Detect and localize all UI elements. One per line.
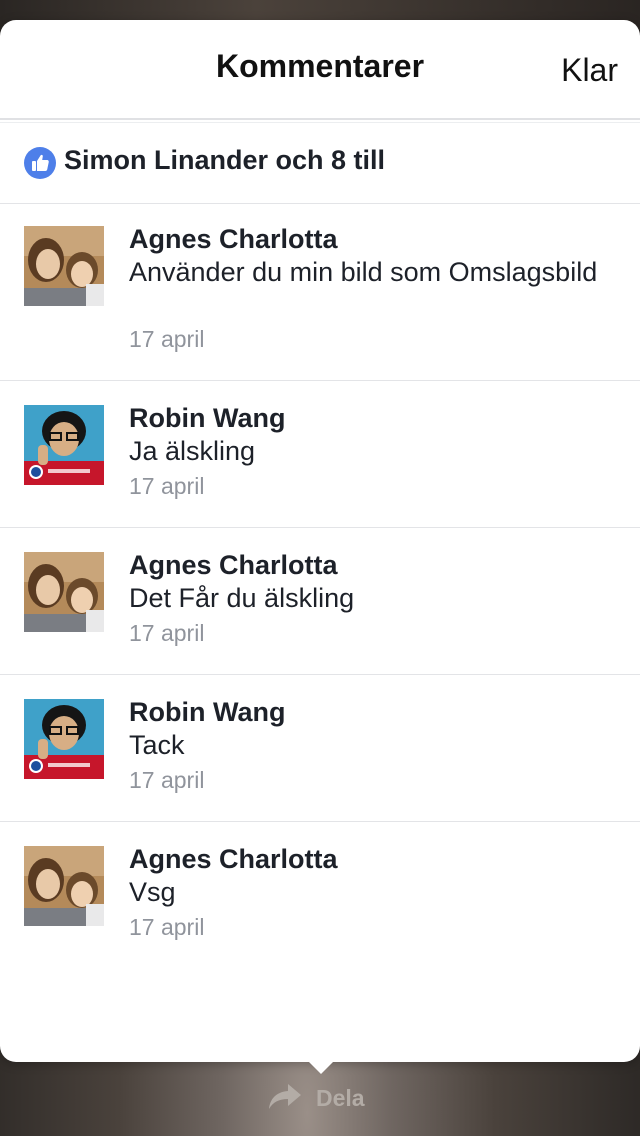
avatar[interactable]: [24, 405, 104, 485]
comment-text: Det Får du älskling: [129, 583, 355, 613]
comment-text: Ja älskling: [129, 436, 256, 466]
comment-date[interactable]: 17 april: [129, 914, 204, 941]
comment-author[interactable]: Robin Wang: [129, 403, 285, 434]
comment-item: Agnes Charlotta Vsg 17 april: [0, 822, 640, 968]
comment-date[interactable]: 17 april: [129, 620, 204, 647]
comment-item: Robin Wang Ja älskling 17 april: [0, 381, 640, 528]
page-title: Kommentarer: [215, 48, 425, 84]
share-button[interactable]: Dela: [268, 1080, 365, 1116]
avatar[interactable]: [24, 552, 104, 632]
comment-text: Använder du min bild som Omslagsbild: [129, 257, 598, 287]
likes-text: Simon Linander och 8 till: [64, 145, 386, 175]
done-button[interactable]: Klar: [561, 52, 618, 89]
share-arrow-icon: [268, 1082, 302, 1115]
comment-author[interactable]: Agnes Charlotta: [129, 224, 338, 255]
comment-text: Vsg: [129, 877, 176, 907]
comment-text: Tack: [129, 730, 185, 760]
avatar[interactable]: [24, 699, 104, 779]
comment-author[interactable]: Agnes Charlotta: [129, 550, 338, 581]
comment-item: Robin Wang Tack 17 april: [0, 675, 640, 822]
comment-item: Agnes Charlotta Använder du min bild som…: [0, 202, 640, 381]
comment-date[interactable]: 17 april: [129, 473, 204, 500]
comments-sheet: Kommentarer Klar Simon Linander och 8 ti…: [0, 20, 640, 1062]
sheet-pointer: [305, 1058, 337, 1074]
avatar[interactable]: [24, 226, 104, 306]
thumbs-up-icon: [24, 147, 56, 179]
comment-date[interactable]: 17 april: [129, 326, 204, 353]
share-label: Dela: [316, 1084, 365, 1111]
comment-item: Agnes Charlotta Det Får du älskling 17 a…: [0, 528, 640, 675]
comment-date[interactable]: 17 april: [129, 767, 204, 794]
likes-summary[interactable]: Simon Linander och 8 till: [0, 122, 640, 204]
sheet-header: Kommentarer Klar: [0, 20, 640, 120]
avatar[interactable]: [24, 846, 104, 926]
comment-author[interactable]: Robin Wang: [129, 697, 285, 728]
comment-author[interactable]: Agnes Charlotta: [129, 844, 338, 875]
